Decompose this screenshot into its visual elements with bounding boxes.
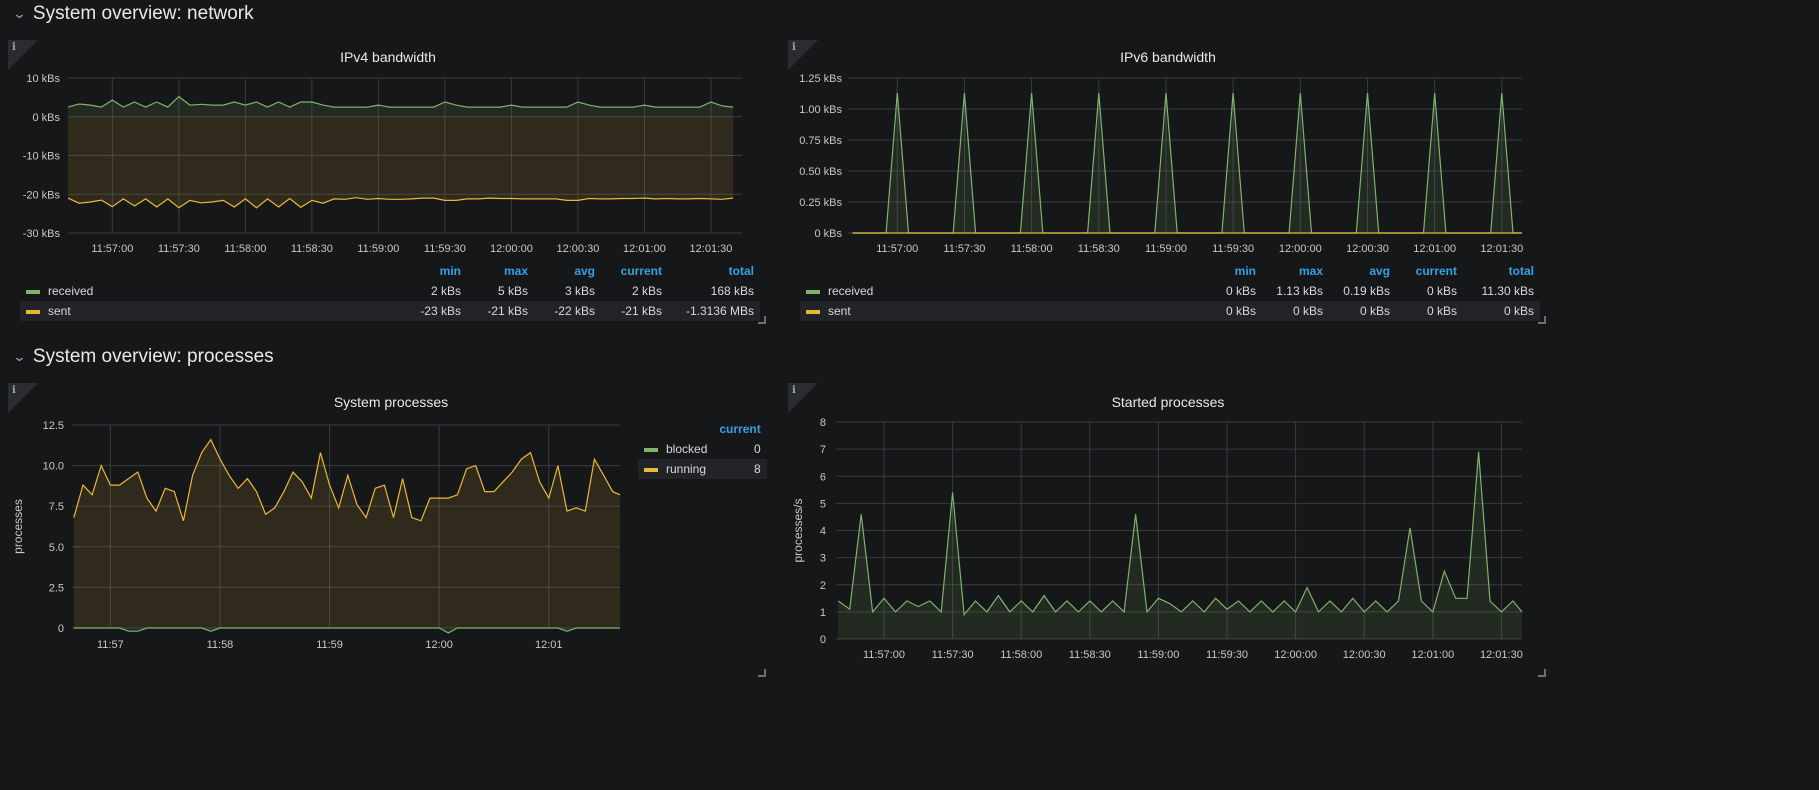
legend-value: 0.19 kBs [1343, 284, 1390, 298]
legend-header-avg[interactable]: avg [1329, 261, 1396, 281]
legend-value: 0 kBs [1225, 284, 1256, 298]
resize-handle[interactable] [1538, 316, 1546, 324]
series-color-swatch[interactable] [806, 289, 820, 294]
panel-title[interactable]: IPv4 bandwidth [8, 49, 768, 65]
legend-header-min[interactable]: min [395, 261, 467, 281]
legend-header-current[interactable]: current [601, 261, 668, 281]
panel-title[interactable]: Started processes [788, 394, 1548, 410]
series-name[interactable]: running [666, 462, 706, 476]
chevron-down-icon: ⌄ [12, 349, 27, 364]
row-title: System overview: network [32, 3, 254, 24]
legend-value: 5 kBs [497, 284, 528, 298]
series-name[interactable]: sent [48, 304, 71, 318]
chevron-down-icon: ⌄ [12, 6, 27, 21]
legend-value: 11.30 kBs [1481, 284, 1534, 298]
legend-value: 1.13 kBs [1276, 284, 1323, 298]
legend-value: 0 kBs [1463, 301, 1540, 321]
legend-value: 0 kBs [1396, 301, 1463, 321]
row-header-network[interactable]: ⌄ System overview: network [12, 3, 254, 25]
series-color-swatch[interactable] [26, 309, 40, 314]
panel-started-processes: i Started processes [788, 383, 1548, 679]
legend-value: 0 kBs [1426, 284, 1457, 298]
resize-handle[interactable] [758, 669, 766, 677]
legend-value: -21 kBs [467, 301, 534, 321]
series-color-swatch[interactable] [26, 289, 40, 294]
legend-table: min max avg current total received 2 kBs 5 kBs… [20, 261, 760, 321]
legend-row-received[interactable]: received 0 kBs 1.13 kBs 0.19 kBs 0 kBs 11.30 … [800, 281, 1540, 301]
legend-header-max[interactable]: max [1262, 261, 1329, 281]
panel-system-processes: i System processes current blocked 0 runn… [8, 383, 768, 679]
series-color-swatch[interactable] [806, 309, 820, 314]
legend-header-current[interactable]: current [713, 419, 766, 439]
legend-header-total[interactable]: total [668, 261, 760, 281]
legend-table: current blocked 0 running 8 [638, 419, 767, 479]
series-name[interactable]: received [48, 284, 93, 298]
series-name[interactable]: sent [828, 304, 851, 318]
legend-row-sent[interactable]: sent 0 kBs 0 kBs 0 kBs 0 kBs 0 kBs [800, 301, 1540, 321]
row-header-processes[interactable]: ⌄ System overview: processes [12, 346, 274, 368]
legend-value: 8 [713, 459, 767, 479]
panel-ipv6-bandwidth: i IPv6 bandwidth min max avg current total r… [788, 40, 1548, 326]
legend-row-running[interactable]: running 8 [638, 459, 767, 479]
legend-value: 0 kBs [1329, 301, 1396, 321]
legend-value: 0 kBs [1262, 301, 1329, 321]
legend-value: 2 kBs [430, 284, 461, 298]
legend-header-total[interactable]: total [1463, 261, 1540, 281]
series-color-swatch[interactable] [644, 447, 658, 452]
legend-table: min max avg current total received 0 kBs 1.13 … [800, 261, 1540, 321]
legend-value: -21 kBs [601, 301, 668, 321]
legend-value: 168 kBs [710, 284, 754, 298]
legend-header-current[interactable]: current [1396, 261, 1463, 281]
series-name[interactable]: received [828, 284, 873, 298]
legend-value: 2 kBs [631, 284, 662, 298]
legend-value: 3 kBs [564, 284, 595, 298]
resize-handle[interactable] [1538, 669, 1546, 677]
legend-value: 0 [754, 442, 761, 456]
legend-row-blocked[interactable]: blocked 0 [638, 439, 767, 459]
legend-value: -23 kBs [395, 301, 467, 321]
panel-ipv4-bandwidth: i IPv4 bandwidth min max avg current total r… [8, 40, 768, 326]
legend-header-min[interactable]: min [1200, 261, 1262, 281]
series-color-swatch[interactable] [644, 467, 658, 472]
panel-title[interactable]: IPv6 bandwidth [788, 49, 1548, 65]
legend-value: 0 kBs [1200, 301, 1262, 321]
series-name[interactable]: blocked [666, 442, 707, 456]
legend-value: -1.3136 MBs [668, 301, 760, 321]
legend-header-avg[interactable]: avg [534, 261, 601, 281]
legend-row-received[interactable]: received 2 kBs 5 kBs 3 kBs 2 kBs 168 kBs [20, 281, 760, 301]
legend-row-sent[interactable]: sent -23 kBs -21 kBs -22 kBs -21 kBs -1.3136 … [20, 301, 760, 321]
legend-header-max[interactable]: max [467, 261, 534, 281]
row-title: System overview: processes [32, 346, 274, 367]
legend-value: -22 kBs [534, 301, 601, 321]
resize-handle[interactable] [758, 316, 766, 324]
panel-title[interactable]: System processes [8, 394, 774, 410]
